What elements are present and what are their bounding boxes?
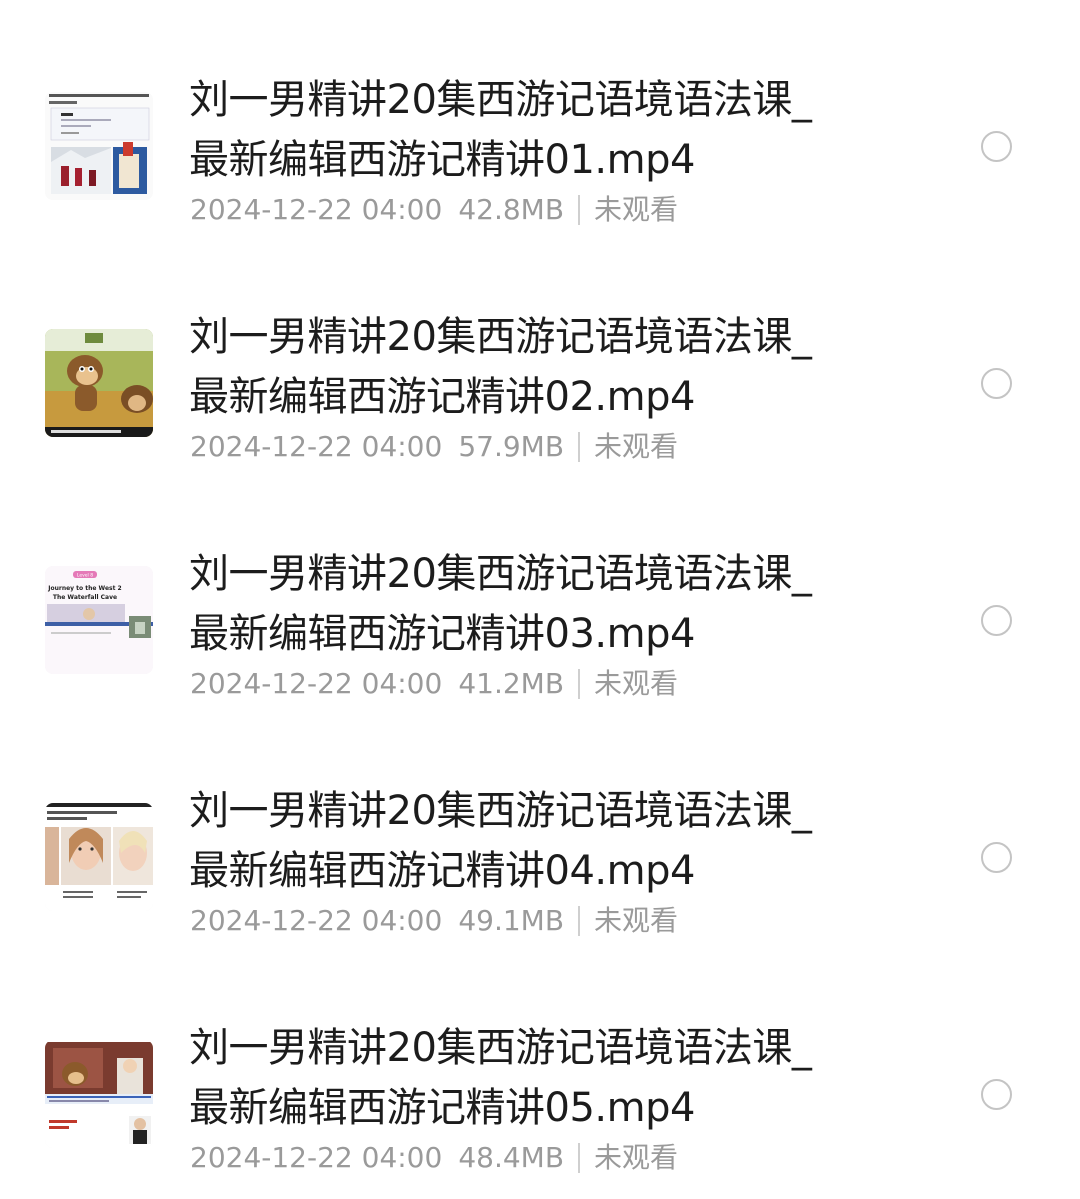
file-meta: 2024-12-22 04:00 41.2MB 未观看 [190,666,678,702]
thumbnail-tag: Level 8 [77,573,93,579]
meta-divider [578,669,581,699]
watch-status: 未观看 [594,430,679,463]
file-title-line2: 最新编辑西游记精讲01.mp4 [189,137,695,183]
watch-status: 未观看 [594,193,679,226]
video-thumbnail-cartoon-scene-icon [45,1040,153,1148]
file-title-line2: 最新编辑西游记精讲05.mp4 [189,1085,695,1131]
file-date: 2024-12-22 04:00 [190,1141,443,1174]
video-thumbnail-title-slide-icon: Level 8 Journey to the West 2 The Waterf… [45,566,153,674]
list-item[interactable]: 刘一男精讲20集西游记语境语法课_ 最新编辑西游记精讲04.mp4 2024-1… [0,711,1080,948]
file-title-line2: 最新编辑西游记精讲04.mp4 [189,848,695,894]
file-title-line2: 最新编辑西游记精讲02.mp4 [189,374,695,420]
list-item[interactable]: 刘一男精讲20集西游记语境语法课_ 最新编辑西游记精讲05.mp4 2024-1… [0,948,1080,1185]
file-size: 42.8MB [458,193,565,226]
video-file-list: 刘一男精讲20集西游记语境语法课_ 最新编辑西游记精讲01.mp4 2024-1… [0,0,1080,1199]
meta-divider [578,432,581,462]
select-radio-icon[interactable] [981,1079,1012,1110]
select-radio-icon[interactable] [981,605,1012,636]
video-thumbnail-faces-icon [45,803,153,911]
select-radio-icon[interactable] [981,842,1012,873]
watch-status: 未观看 [594,667,679,700]
video-thumbnail-cartoon-monkey-icon [45,329,153,437]
file-title-line2: 最新编辑西游记精讲03.mp4 [189,611,695,657]
file-size: 57.9MB [458,430,565,463]
file-size: 49.1MB [458,904,565,937]
file-meta: 2024-12-22 04:00 57.9MB 未观看 [190,429,678,465]
select-radio-icon[interactable] [981,368,1012,399]
video-thumbnail[interactable] [45,329,153,437]
file-size: 48.4MB [458,1141,565,1174]
video-thumbnail[interactable] [45,803,153,911]
video-thumbnail[interactable] [45,1040,153,1148]
list-item[interactable]: 刘一男精讲20集西游记语境语法课_ 最新编辑西游记精讲01.mp4 2024-1… [0,0,1080,237]
file-title-line1: 刘一男精讲20集西游记语境语法课_ [189,77,812,123]
video-thumbnail[interactable] [45,92,153,200]
video-thumbnail[interactable]: Level 8 Journey to the West 2 The Waterf… [45,566,153,674]
list-item[interactable]: 刘一男精讲20集西游记语境语法课_ 最新编辑西游记精讲02.mp4 2024-1… [0,237,1080,474]
file-title-line1: 刘一男精讲20集西游记语境语法课_ [189,788,812,834]
select-radio-icon[interactable] [981,131,1012,162]
file-meta: 2024-12-22 04:00 49.1MB 未观看 [190,903,678,939]
file-title-line1: 刘一男精讲20集西游记语境语法课_ [189,1025,812,1071]
thumbnail-line1: Journey to the West 2 [47,585,121,592]
file-size: 41.2MB [458,667,565,700]
file-date: 2024-12-22 04:00 [190,193,443,226]
list-item[interactable]: Level 8 Journey to the West 2 The Waterf… [0,474,1080,711]
watch-status: 未观看 [594,904,679,937]
file-date: 2024-12-22 04:00 [190,904,443,937]
meta-divider [578,906,581,936]
video-thumbnail-slide-icon [45,92,153,200]
file-title-line1: 刘一男精讲20集西游记语境语法课_ [189,314,812,360]
file-date: 2024-12-22 04:00 [190,667,443,700]
watch-status: 未观看 [594,1141,679,1174]
thumbnail-line2: The Waterfall Cave [53,594,117,601]
file-title-line1: 刘一男精讲20集西游记语境语法课_ [189,551,812,597]
file-meta: 2024-12-22 04:00 48.4MB 未观看 [190,1140,678,1176]
file-date: 2024-12-22 04:00 [190,430,443,463]
meta-divider [578,195,581,225]
file-meta: 2024-12-22 04:00 42.8MB 未观看 [190,192,678,228]
meta-divider [578,1143,581,1173]
